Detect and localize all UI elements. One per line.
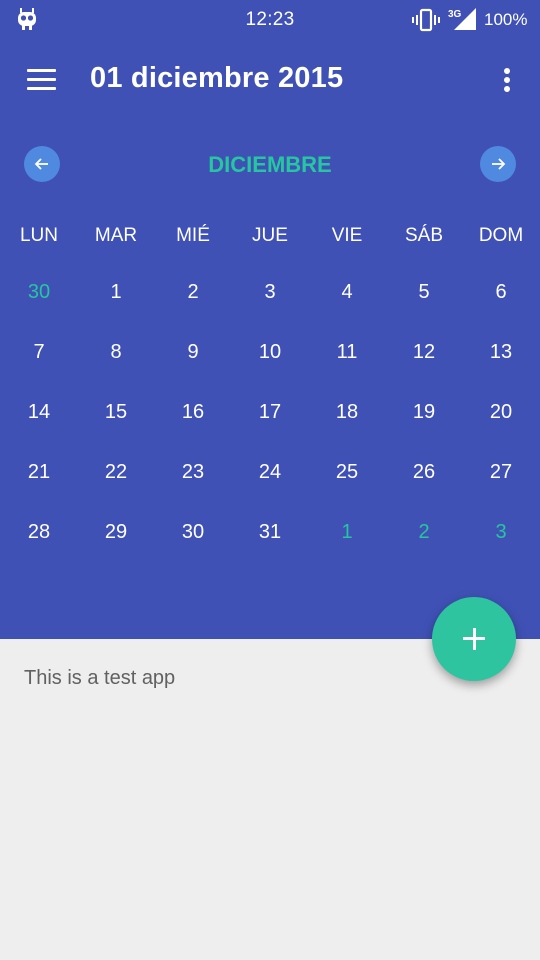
calendar-day[interactable]: 28 [11, 510, 67, 554]
calendar-day[interactable]: 13 [473, 330, 529, 374]
calendar-day[interactable]: 1 [88, 270, 144, 314]
calendar-day[interactable]: 2 [396, 510, 452, 554]
battery-percentage: 100% [484, 10, 528, 29]
calendar-day[interactable]: 12 [396, 330, 452, 374]
calendar-day[interactable]: 4 [319, 270, 375, 314]
calendar-day[interactable]: 14 [11, 390, 67, 434]
calendar-day[interactable]: 30 [165, 510, 221, 554]
calendar-day[interactable]: 20 [473, 390, 529, 434]
calendar-day[interactable]: 11 [319, 330, 375, 374]
weekday-header: VIE [331, 225, 363, 246]
app-screen: 12:23 3G 100% 01 diciembre 2015 DICIEMBR… [0, 0, 540, 960]
calendar-day[interactable]: 29 [88, 510, 144, 554]
calendar-day[interactable]: 23 [165, 450, 221, 494]
calendar-day[interactable]: 21 [11, 450, 67, 494]
calendar-day[interactable]: 8 [88, 330, 144, 374]
calendar-day[interactable]: 19 [396, 390, 452, 434]
signal-3g-icon: 3G [448, 8, 476, 30]
overflow-menu-icon[interactable] [494, 63, 520, 97]
calendar-day[interactable]: 3 [242, 270, 298, 314]
calendar-day[interactable]: 1 [319, 510, 375, 554]
calendar-day[interactable]: 18 [319, 390, 375, 434]
weekday-header: MIÉ [176, 225, 210, 246]
calendar-day[interactable]: 15 [88, 390, 144, 434]
calendar-day[interactable]: 2 [165, 270, 221, 314]
add-event-button[interactable] [432, 597, 516, 681]
content-text: This is a test app [24, 667, 176, 689]
calendar-day[interactable]: 24 [242, 450, 298, 494]
calendar-day[interactable]: 5 [396, 270, 452, 314]
status-bar: 12:23 3G 100% [0, 0, 540, 40]
arrow-right-icon [492, 158, 506, 170]
calendar-day[interactable]: 22 [88, 450, 144, 494]
calendar-day[interactable]: 31 [242, 510, 298, 554]
weekday-header: SÁB [404, 225, 444, 246]
weekday-header: LUN [19, 225, 58, 246]
calendar-day[interactable]: 7 [11, 330, 67, 374]
weekday-header: JUE [252, 225, 288, 246]
weekday-header: MAR [94, 225, 138, 246]
menu-icon[interactable] [22, 64, 62, 96]
calendar-day[interactable]: 27 [473, 450, 529, 494]
calendar-day[interactable]: 10 [242, 330, 298, 374]
calendar-day[interactable]: 3 [473, 510, 529, 554]
calendar-day[interactable]: 6 [473, 270, 529, 314]
calendar-day[interactable]: 25 [319, 450, 375, 494]
calendar-day[interactable]: 9 [165, 330, 221, 374]
network-type-label: 3G [448, 9, 462, 20]
calendar-day[interactable]: 26 [396, 450, 452, 494]
page-title: 01 diciembre 2015 [90, 62, 344, 94]
month-label: DICIEMBRE [208, 152, 332, 177]
next-month-button[interactable] [480, 146, 516, 182]
vibrate-icon [412, 8, 440, 32]
weekday-header: DOM [478, 225, 524, 246]
calendar-day[interactable]: 16 [165, 390, 221, 434]
calendar-day[interactable]: 30 [11, 270, 67, 314]
calendar-header: 12:23 3G 100% 01 diciembre 2015 DICIEMBR… [0, 0, 540, 639]
calendar-day[interactable]: 17 [242, 390, 298, 434]
